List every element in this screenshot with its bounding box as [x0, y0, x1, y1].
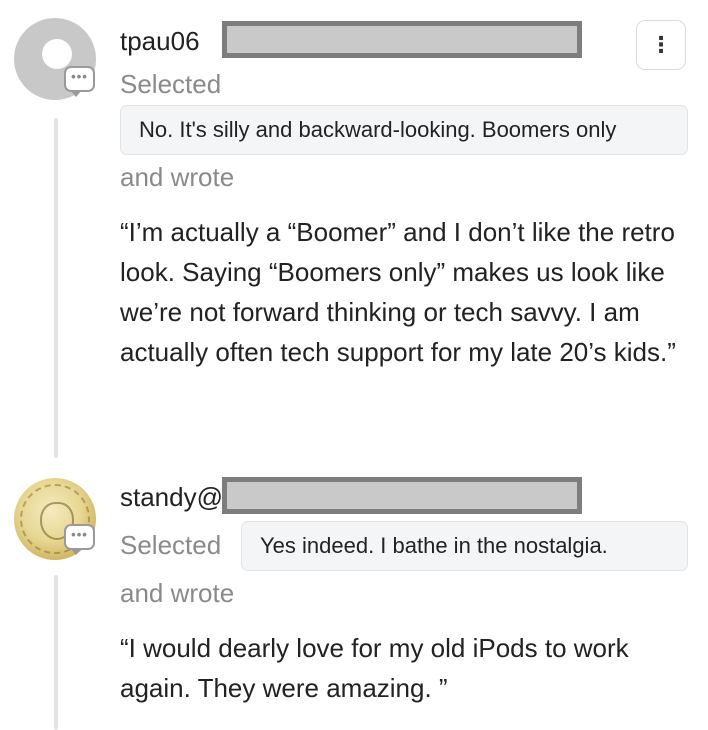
more-vertical-icon: ⋮ — [650, 32, 672, 57]
thread-line-1 — [54, 118, 58, 458]
wrote-label: and wrote — [120, 578, 235, 608]
redacted-username — [222, 21, 582, 58]
more-options-button[interactable]: ⋮ — [636, 20, 686, 70]
default-person-avatar-icon — [42, 39, 72, 69]
selected-choice-pill: No. It's silly and backward-looking. Boo… — [120, 105, 688, 155]
comment-body: “I would dearly love for my old iPods to… — [120, 633, 629, 703]
wrote-label: and wrote — [120, 162, 235, 192]
thread-line-2 — [54, 575, 58, 730]
selected-choice-pill: Yes indeed. I bathe in the nostalgia. — [241, 521, 688, 571]
selected-label: Selected — [120, 69, 222, 99]
selected-label: Selected — [120, 530, 222, 560]
username[interactable]: standy@ — [120, 482, 223, 512]
comment-bubble-icon: ••• — [64, 66, 95, 97]
username[interactable]: tpau06 — [120, 26, 200, 56]
redacted-username — [222, 477, 582, 514]
comment-bubble-icon: ••• — [64, 524, 95, 555]
comment-body: “I’m actually a “Boomer” and I don’t lik… — [120, 217, 676, 367]
